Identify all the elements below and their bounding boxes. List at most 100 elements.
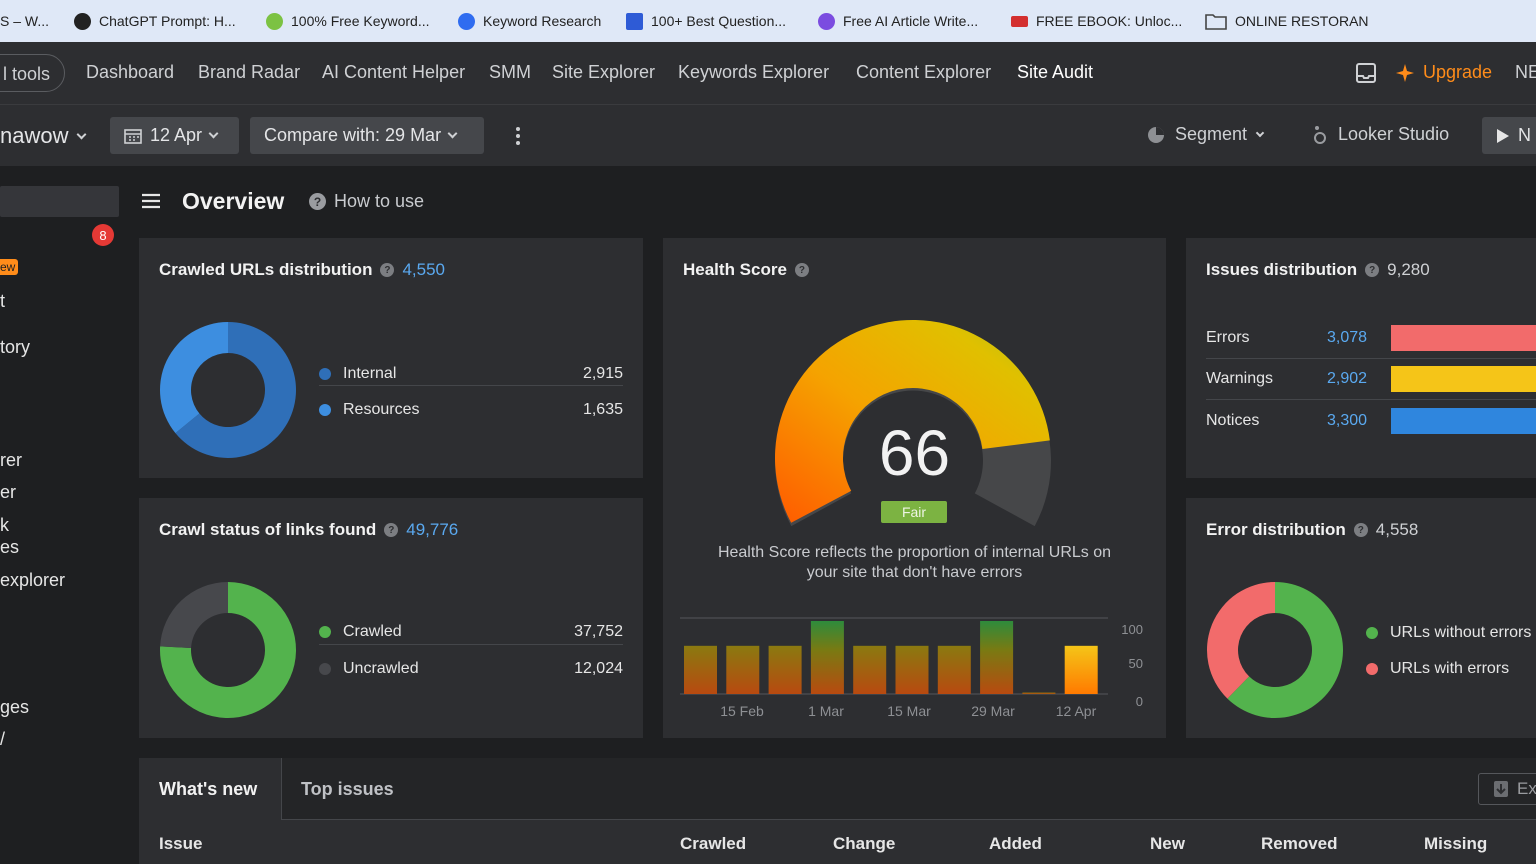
errors-bar <box>1391 325 1536 351</box>
bookmark-folder[interactable]: ONLINE RESTORAN <box>1205 0 1369 42</box>
chart-bar[interactable] <box>1022 692 1056 694</box>
crawled-urls-card: Crawled URLs distribution? 4,550 Internal… <box>139 238 643 478</box>
nav-brand-radar[interactable]: Brand Radar <box>198 62 300 83</box>
issue-count-link[interactable]: 3,078 <box>1327 329 1367 347</box>
help-icon[interactable]: ? <box>1365 263 1380 277</box>
inbox-icon[interactable] <box>1355 62 1377 84</box>
chart-bar[interactable] <box>684 645 717 694</box>
nav-site-audit[interactable]: Site Audit <box>1017 62 1093 83</box>
column-header[interactable]: Issue <box>159 834 202 854</box>
column-header[interactable]: Change <box>833 834 895 854</box>
nav-content-explorer[interactable]: Content Explorer <box>856 62 991 83</box>
card-title: Error distribution <box>1206 520 1346 539</box>
ebook-icon <box>1011 15 1028 27</box>
sidebar-search-input[interactable] <box>0 186 119 217</box>
looker-studio-link[interactable]: Looker Studio <box>1312 124 1449 145</box>
compare-with-button[interactable]: Compare with: 29 Mar <box>250 117 484 154</box>
nav-smm[interactable]: SMM <box>489 62 531 83</box>
sidebar-item[interactable]: k <box>0 515 9 536</box>
sidebar-item[interactable]: tory <box>0 337 30 358</box>
bookmark-item[interactable]: 100+ Best Question... <box>626 0 786 42</box>
chart-bar[interactable] <box>895 645 929 694</box>
sidebar-item[interactable]: rer <box>0 450 22 471</box>
help-icon[interactable]: ? <box>1353 523 1368 537</box>
more-vertical-icon[interactable] <box>513 125 523 147</box>
bookmark-item[interactable]: 100% Free Keyword... <box>266 0 430 42</box>
chart-bar[interactable] <box>937 645 971 694</box>
date-picker-button[interactable]: 12 Apr <box>110 117 239 154</box>
warnings-bar <box>1391 366 1536 392</box>
help-icon[interactable]: ? <box>380 263 395 277</box>
legend-urls-with-errors[interactable]: URLs with errors <box>1366 657 1536 681</box>
chart-bar[interactable] <box>1064 645 1098 694</box>
sidebar-item[interactable]: / <box>0 729 5 750</box>
column-header[interactable]: Crawled <box>680 834 746 854</box>
health-score-value: 66 <box>878 417 951 489</box>
chart-bar[interactable] <box>853 645 887 694</box>
crawled-urls-donut <box>160 322 296 458</box>
nav-dashboard[interactable]: Dashboard <box>86 62 174 83</box>
total-count: 9,280 <box>1387 260 1430 279</box>
column-header[interactable]: New <box>1150 834 1185 854</box>
nav-ai-content-helper[interactable]: AI Content Helper <box>322 62 465 83</box>
pie-icon <box>1148 126 1164 143</box>
legend-dot <box>319 367 331 380</box>
help-icon[interactable]: ? <box>384 523 399 537</box>
issue-type-label: Errors <box>1206 329 1250 346</box>
chart-bar[interactable] <box>810 621 844 694</box>
export-button[interactable]: Ex <box>1478 773 1536 805</box>
chevron-down-icon <box>447 128 458 139</box>
total-count[interactable]: 4,550 <box>402 260 445 280</box>
tab-bar-inactive <box>282 758 1536 820</box>
column-header[interactable]: Removed <box>1261 834 1338 854</box>
donut-segment[interactable] <box>160 582 228 649</box>
bookmark-item[interactable]: ChatGPT Prompt: H... <box>74 0 236 42</box>
nav-keywords-explorer[interactable]: Keywords Explorer <box>678 62 829 83</box>
bookmark-item[interactable]: Keyword Research <box>458 0 601 42</box>
legend-dot <box>1366 663 1378 675</box>
sidebar-item[interactable]: t <box>0 291 5 312</box>
upgrade-link[interactable]: Upgrade <box>1395 62 1492 83</box>
donut-segments <box>160 582 296 718</box>
lightning-icon <box>458 12 475 30</box>
legend-resources[interactable]: Resources 1,635 <box>319 398 623 422</box>
segment-dropdown[interactable]: Segment <box>1147 124 1265 145</box>
legend-uncrawled[interactable]: Uncrawled 12,024 <box>319 656 623 682</box>
legend-crawled[interactable]: Crawled 37,752 <box>319 619 623 645</box>
issue-type-label: Notices <box>1206 412 1260 429</box>
sidebar-item[interactable]: er <box>0 482 16 503</box>
nav-user-cut[interactable]: NE <box>1515 62 1536 83</box>
error-distribution-card: Error distribution? 4,558 URLs without er… <box>1186 498 1536 738</box>
sidebar-item[interactable]: explorer <box>0 570 65 591</box>
sparkle-icon <box>1396 63 1414 82</box>
chart-bar[interactable] <box>768 645 802 694</box>
issue-count-link[interactable]: 2,902 <box>1327 370 1367 388</box>
donut-segment[interactable] <box>1207 582 1275 699</box>
nav-site-explorer[interactable]: Site Explorer <box>552 62 655 83</box>
column-header[interactable]: Missing <box>1424 834 1487 854</box>
total-count[interactable]: 49,776 <box>406 520 458 540</box>
sidebar-item[interactable]: es <box>0 537 19 558</box>
all-tools-button[interactable]: l tools <box>0 54 65 92</box>
tab-whats-new[interactable]: What's new <box>139 758 282 820</box>
card-title: Health Score <box>683 260 787 279</box>
sidebar-item[interactable]: ges <box>0 697 29 718</box>
bookmark-item[interactable]: FREE EBOOK: Unloc... <box>1011 0 1182 42</box>
legend-urls-without-errors[interactable]: URLs without errors <box>1366 621 1536 645</box>
how-to-use-link[interactable]: ? How to use <box>309 191 424 212</box>
column-header[interactable]: Added <box>989 834 1042 854</box>
project-selector[interactable]: nawow <box>0 123 87 149</box>
menu-icon[interactable] <box>142 193 160 209</box>
issue-count-link[interactable]: 3,300 <box>1327 412 1367 430</box>
bookmark-item[interactable]: S – W... <box>0 0 49 42</box>
legend-internal[interactable]: Internal 2,915 <box>319 362 623 386</box>
tab-top-issues[interactable]: Top issues <box>282 758 412 820</box>
run-audit-button[interactable]: N <box>1482 117 1536 154</box>
chart-bar[interactable] <box>980 621 1014 694</box>
chart-bar[interactable] <box>726 645 760 694</box>
download-icon <box>1494 781 1508 797</box>
help-icon[interactable]: ? <box>794 263 809 277</box>
bookmark-item[interactable]: Free AI Article Write... <box>818 0 978 42</box>
donut-segment[interactable] <box>160 322 228 434</box>
sidebar: 8 ew t tory rer er k es explorer ges / <box>0 166 139 864</box>
